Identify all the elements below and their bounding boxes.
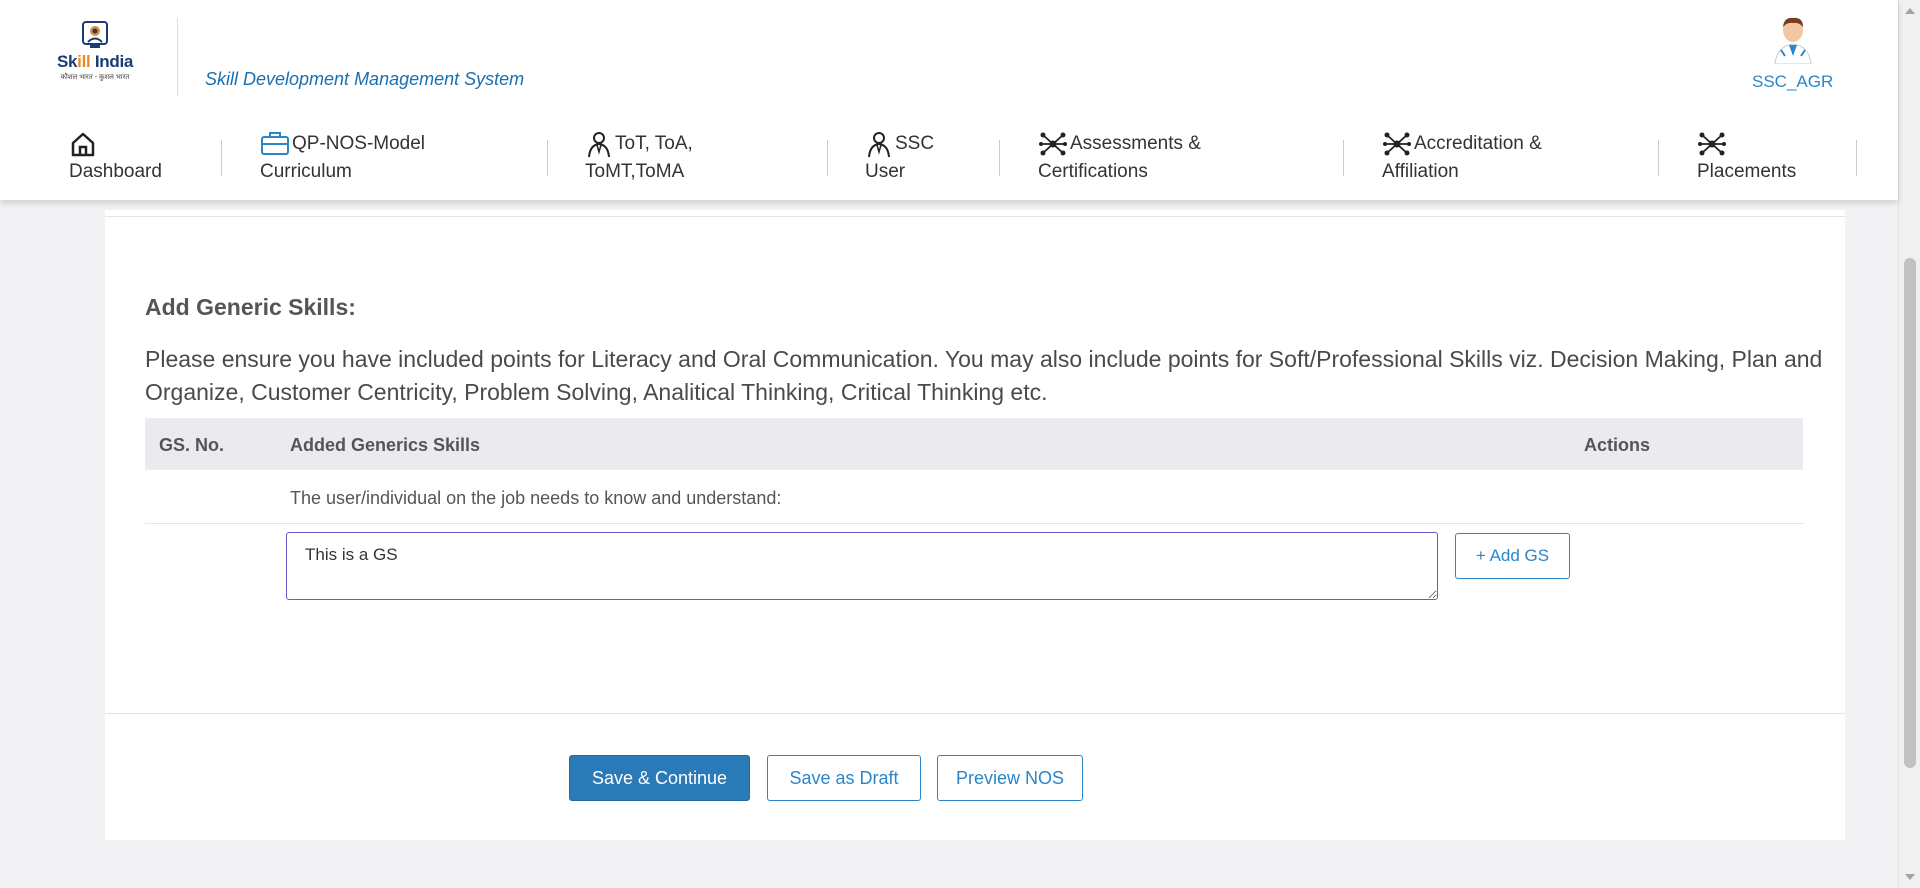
nav-accreditation-line2: Affiliation [1382, 161, 1459, 182]
user-avatar-icon [1774, 17, 1812, 64]
logo-tagline: कौशल भारत - कुशल भारत [60, 74, 130, 81]
nav-separator [827, 140, 828, 176]
instruction-text: Please ensure you have included points f… [145, 346, 1823, 405]
header-divider [177, 18, 178, 96]
generic-skill-input[interactable]: This is a GS [286, 532, 1438, 600]
divider [105, 713, 1845, 714]
nav-separator [221, 140, 222, 176]
nav-separator [999, 140, 1000, 176]
save-draft-button[interactable]: Save as Draft [767, 755, 921, 801]
logo-wordmark: Skill India [56, 52, 134, 71]
home-icon [71, 132, 95, 157]
user-menu[interactable]: SSC_AGR [1752, 16, 1833, 92]
skill-india-logo[interactable]: Skill India कौशल भारत - कुशल भारत [52, 20, 138, 92]
section-title: Add Generic Skills: [145, 294, 356, 320]
nav-qp-nos[interactable]: QP-NOS-Model Curriculum [260, 130, 425, 186]
nav-assessments-line2: Certifications [1038, 161, 1148, 182]
divider [105, 216, 1845, 217]
network-icon [1698, 132, 1726, 156]
header-gs-no: GS. No. [159, 435, 225, 455]
nav-assessments-line1: Assessments & [1070, 133, 1201, 154]
nav-accreditation[interactable]: Accreditation & Affiliation [1382, 130, 1542, 186]
generic-skills-card: Add Generic Skills: Please ensure you ha… [105, 210, 1845, 840]
network-icon [1039, 132, 1067, 156]
scroll-down-arrow-icon[interactable] [1905, 874, 1915, 880]
nav-qp-nos-line1: QP-NOS-Model [292, 133, 426, 154]
scrollbar-thumb[interactable] [1904, 258, 1916, 768]
table-row: This is a GS + Add GS [145, 524, 1803, 614]
briefcase-icon [261, 132, 289, 155]
table-header: GS. No. Added Generics Skills Actions [145, 418, 1803, 470]
header-actions: Actions [1584, 435, 1651, 455]
nav-separator [1658, 140, 1659, 176]
nav-tot-line2: ToMT,ToMA [585, 161, 685, 182]
nav-dashboard-label: Dashboard [69, 161, 162, 182]
trainer-icon [588, 132, 610, 158]
table-row: The user/individual on the job needs to … [145, 470, 1803, 524]
nav-separator [547, 140, 548, 176]
nav-ssc-line2: User [865, 161, 906, 182]
nav-ssc-user[interactable]: SSC User [865, 130, 934, 186]
nav-tot-toa[interactable]: ToT, ToA, ToMT,ToMA [585, 130, 693, 186]
nav-placements[interactable]: Placements [1697, 130, 1796, 186]
preview-nos-button[interactable]: Preview NOS [937, 755, 1083, 801]
nav-ssc-line1: SSC [895, 133, 935, 154]
nav-accreditation-line1: Accreditation & [1414, 133, 1542, 154]
header-added-skills: Added Generics Skills [290, 435, 481, 455]
nav-dashboard[interactable]: Dashboard [69, 130, 162, 186]
user-name: SSC_AGR [1752, 72, 1834, 91]
header: Skill India कौशल भारत - कुशल भारत Skill … [0, 0, 1898, 200]
nav-qp-nos-line2: Curriculum [260, 161, 352, 182]
nav-tot-line1: ToT, ToA, [615, 133, 693, 154]
vertical-scrollbar[interactable] [1898, 0, 1920, 888]
save-continue-button[interactable]: Save & Continue [569, 755, 750, 801]
add-gs-button[interactable]: + Add GS [1455, 533, 1570, 579]
network-icon [1383, 132, 1411, 156]
generic-skills-table: GS. No. Added Generics Skills Actions Th… [145, 418, 1803, 614]
main-nav: Dashboard QP-NOS-Model Curriculum ToT, T… [0, 126, 1898, 186]
intro-text: The user/individual on the job needs to … [290, 488, 782, 508]
skill-india-emblem-icon [82, 21, 108, 48]
nav-assessments[interactable]: Assessments & Certifications [1038, 130, 1201, 186]
nav-placements-label: Placements [1697, 161, 1797, 182]
app-title: Skill Development Management System [205, 69, 525, 89]
scroll-up-arrow-icon[interactable] [1905, 8, 1915, 14]
person-icon [868, 132, 890, 158]
nav-separator [1343, 140, 1344, 176]
nav-separator [1856, 140, 1857, 176]
